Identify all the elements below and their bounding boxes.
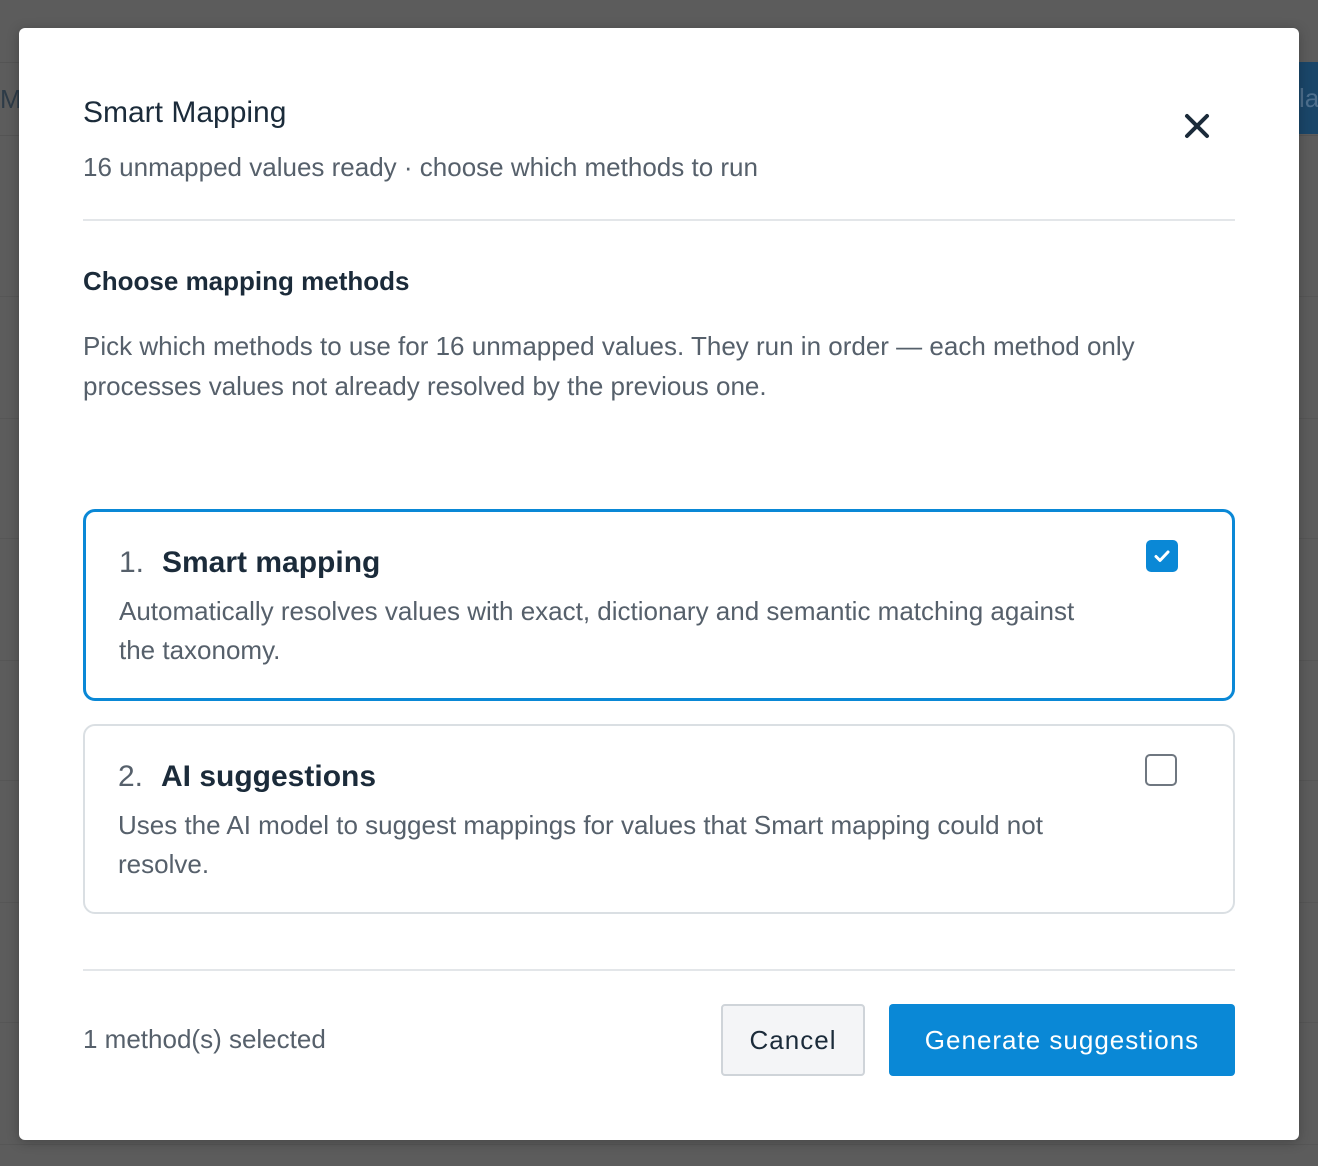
method-number: 1. [119, 546, 145, 579]
method-name: Smart mapping [162, 546, 381, 579]
header-divider [83, 219, 1235, 221]
smart-mapping-dialog: Smart Mapping 16 unmapped values ready ·… [19, 28, 1299, 1140]
method-card-ai-suggestions[interactable]: 2. AI suggestions Uses the AI model to s… [83, 724, 1235, 914]
cancel-button[interactable]: Cancel [721, 1004, 865, 1076]
smart-mapping-checkbox[interactable] [1146, 540, 1178, 572]
method-description: Automatically resolves values with exact… [119, 596, 1075, 665]
close-button[interactable] [1179, 108, 1215, 144]
close-icon [1185, 114, 1209, 138]
ai-suggestions-checkbox[interactable] [1145, 754, 1177, 786]
method-description: Uses the AI model to suggest mappings fo… [118, 810, 1043, 879]
checkmark-icon [1154, 550, 1170, 562]
section-description: Pick which methods to use for 16 unmappe… [83, 331, 1135, 401]
section-title: Choose mapping methods [83, 266, 410, 296]
background-column-label: Ma [0, 84, 19, 114]
dialog-title: Smart Mapping [83, 96, 287, 129]
method-number: 2. [118, 760, 144, 793]
selected-count: 1 method(s) selected [83, 1024, 326, 1054]
method-card-smart-mapping[interactable]: 1. Smart mapping Automatically resolves … [83, 509, 1235, 701]
method-name: AI suggestions [161, 760, 377, 793]
generate-suggestions-button[interactable]: Generate suggestions [889, 1004, 1235, 1076]
footer-divider [83, 969, 1235, 971]
background-row-divider [0, 1144, 1318, 1145]
dialog-subtitle: 16 unmapped values ready · choose which … [83, 152, 758, 182]
background-action-button: la [1299, 62, 1318, 134]
